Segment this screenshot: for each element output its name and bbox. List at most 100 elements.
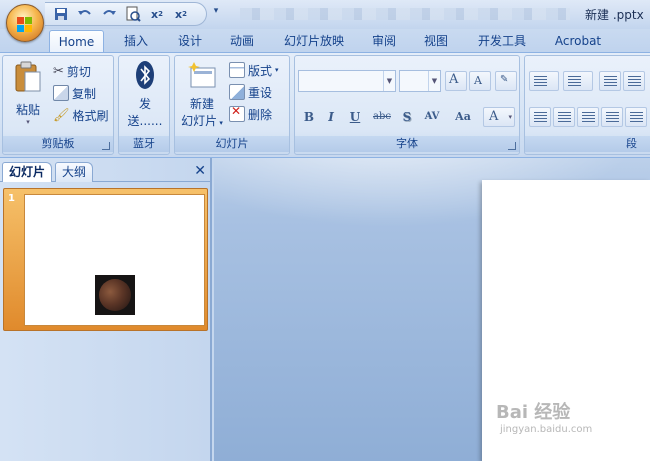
ribbon: 粘贴 ▾ ✂ 剪切 复制 🖌 格式刷 剪贴板 发 送...... 蓝牙 新建 幻…	[0, 52, 650, 158]
paste-label: 粘贴	[15, 103, 40, 117]
distributed-button[interactable]	[625, 107, 647, 127]
numbering-icon	[568, 76, 581, 87]
slides-outline-panel: 幻灯片 大纲 ✕ 1	[0, 158, 212, 461]
font-color-dropdown-arrow-icon: ▾	[508, 113, 512, 121]
justify-button[interactable]	[601, 107, 623, 127]
font-size-dropdown-arrow-icon[interactable]: ▼	[428, 71, 440, 91]
subscript-icon[interactable]: x2	[171, 4, 191, 24]
align-center-button[interactable]	[553, 107, 575, 127]
quick-access-toolbar: x2 x2	[45, 2, 207, 26]
font-size-combo[interactable]: ▼	[399, 70, 441, 92]
group-paragraph: 段	[524, 55, 650, 155]
copy-label: 复制	[72, 86, 97, 101]
undo-icon[interactable]	[75, 4, 95, 24]
distributed-icon	[630, 112, 643, 123]
ribbon-tabs: Home 插入 设计 动画 幻灯片放映 审阅 视图 开发工具 Acrobat	[0, 29, 650, 54]
bullets-button[interactable]	[529, 71, 559, 91]
cut-label: 剪切	[66, 64, 91, 79]
tab-design[interactable]: 设计	[168, 30, 212, 53]
bluetooth-send-label-2: 送......	[127, 114, 163, 128]
bluetooth-send-button[interactable]: 发 送......	[123, 60, 167, 136]
strikethrough-button[interactable]: abc	[369, 107, 395, 127]
font-color-icon: A	[489, 109, 499, 124]
decrease-indent-button[interactable]	[599, 71, 621, 91]
new-slide-label-2: 幻灯片 ▾	[181, 114, 223, 128]
print-preview-icon[interactable]	[123, 4, 143, 24]
tab-home[interactable]: Home	[49, 30, 104, 54]
copy-button[interactable]: 复制	[53, 83, 96, 103]
decrease-indent-icon	[604, 76, 617, 87]
align-center-icon	[558, 112, 571, 123]
align-left-button[interactable]	[529, 107, 551, 127]
clipboard-dialog-launcher-icon[interactable]	[102, 142, 110, 150]
group-slides: 新建 幻灯片 ▾ 版式 ▾ 重设 ✕ 删除 幻灯片	[174, 55, 290, 155]
group-font: ▼ ▼ A A ✎ B I U abc S AV Aa A ▾ 字体	[294, 55, 520, 155]
save-icon[interactable]	[51, 4, 71, 24]
tab-slides-panel[interactable]: 幻灯片	[2, 162, 53, 182]
align-right-icon	[582, 112, 595, 123]
tab-developer[interactable]: 开发工具	[468, 30, 536, 53]
watermark-url: jingyan.baidu.com	[500, 424, 593, 435]
font-color-button[interactable]: A ▾	[483, 107, 515, 127]
shrink-font-icon: A	[474, 74, 482, 87]
grow-font-button[interactable]: A	[445, 71, 467, 91]
increase-indent-button[interactable]	[623, 71, 645, 91]
tab-outline-panel[interactable]: 大纲	[55, 162, 94, 182]
slide-thumbnail-selected[interactable]: 1	[3, 188, 208, 331]
paste-dropdown-arrow-icon[interactable]: ▾	[9, 118, 47, 126]
font-dialog-launcher-icon[interactable]	[508, 142, 516, 150]
format-painter-button[interactable]: 🖌 格式刷	[53, 105, 109, 125]
bluetooth-icon	[136, 61, 154, 89]
redo-icon[interactable]	[99, 4, 119, 24]
paste-button[interactable]: 粘贴 ▾	[9, 60, 47, 136]
layout-dropdown-arrow-icon: ▾	[275, 66, 279, 74]
superscript-icon[interactable]: x2	[147, 4, 167, 24]
grow-font-icon: A	[449, 72, 459, 87]
align-right-button[interactable]	[577, 107, 599, 127]
delete-label: 删除	[248, 107, 273, 122]
layout-button[interactable]: 版式 ▾	[229, 60, 279, 80]
clear-formatting-button[interactable]: ✎	[495, 71, 517, 91]
customize-toolbar-arrow-icon[interactable]: ▾	[210, 6, 222, 20]
font-name-dropdown-arrow-icon[interactable]: ▼	[383, 71, 395, 91]
document-title: 新建 .pptx	[585, 8, 644, 22]
paste-icon	[15, 61, 41, 92]
tab-animations[interactable]: 动画	[220, 30, 264, 53]
tab-insert[interactable]: 插入	[114, 30, 158, 53]
office-logo-icon	[17, 17, 32, 32]
bullets-icon	[534, 76, 547, 87]
delete-button[interactable]: ✕ 删除	[229, 104, 272, 124]
bluetooth-group-label: 蓝牙	[119, 136, 169, 152]
font-name-combo[interactable]: ▼	[298, 70, 396, 92]
watermark-logo: Bai 经验	[496, 402, 571, 423]
title-bar: x2 x2 ▾ 新建 .pptx	[0, 0, 650, 29]
increase-indent-icon	[628, 76, 641, 87]
new-slide-button[interactable]: 新建 幻灯片 ▾	[177, 60, 227, 136]
tab-view[interactable]: 视图	[414, 30, 458, 53]
scissors-icon: ✂	[53, 63, 64, 79]
close-panel-icon[interactable]: ✕	[194, 163, 206, 179]
cut-button[interactable]: ✂ 剪切	[53, 61, 91, 81]
character-spacing-button[interactable]: AV	[419, 107, 445, 127]
brush-icon: 🖌	[53, 107, 70, 123]
font-group-label: 字体	[295, 136, 519, 152]
reset-button[interactable]: 重设	[229, 82, 272, 102]
bluetooth-send-label-1: 发	[138, 97, 151, 111]
office-button[interactable]	[6, 4, 44, 42]
shrink-font-button[interactable]: A	[469, 71, 491, 91]
bold-button[interactable]: B	[299, 107, 319, 127]
change-case-button[interactable]: Aa	[449, 107, 477, 127]
clear-formatting-icon: ✎	[500, 74, 509, 85]
italic-button[interactable]: I	[321, 107, 341, 127]
blurred-region	[240, 8, 570, 20]
slide-thumbnail[interactable]	[24, 194, 205, 326]
numbering-button[interactable]	[563, 71, 593, 91]
underline-button[interactable]: U	[345, 107, 365, 127]
tab-review[interactable]: 审阅	[362, 30, 406, 53]
text-shadow-button[interactable]: S	[397, 107, 417, 127]
moon-image	[95, 275, 135, 315]
align-left-icon	[534, 112, 547, 123]
new-slide-label-1: 新建	[189, 97, 214, 111]
tab-acrobat[interactable]: Acrobat	[546, 30, 610, 53]
tab-slide-show[interactable]: 幻灯片放映	[276, 30, 352, 53]
